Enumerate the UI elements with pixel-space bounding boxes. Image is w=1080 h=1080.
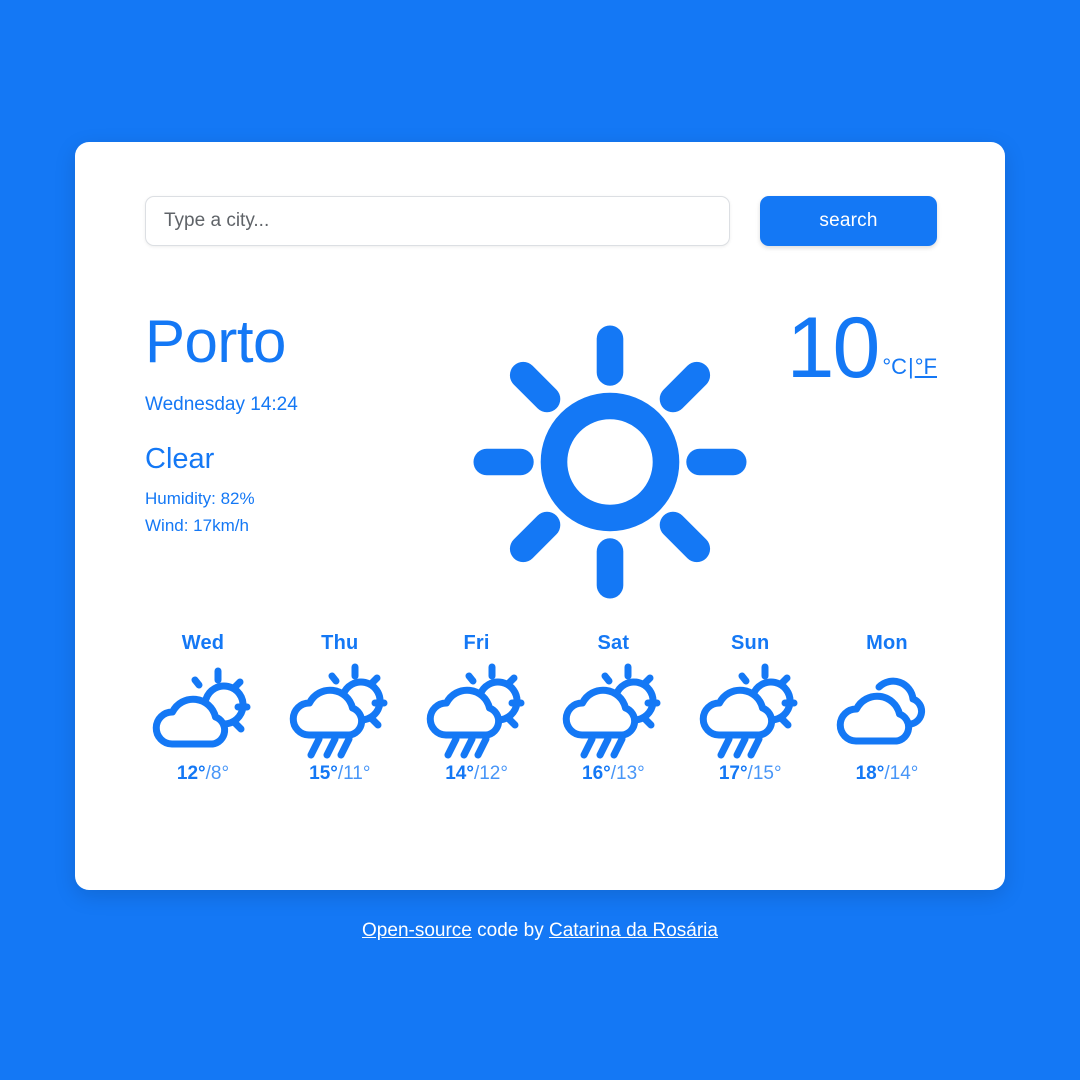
current-condition: Clear <box>145 443 215 475</box>
sun-icon <box>470 322 750 602</box>
forecast-temp-min: 14° <box>889 763 919 784</box>
search-input[interactable] <box>145 196 730 246</box>
cloudy-icon <box>832 663 942 759</box>
forecast-day-label: Sun <box>731 632 770 654</box>
unit-fahrenheit-link[interactable]: °F <box>915 354 937 379</box>
forecast-temp-max: 12° <box>176 763 206 784</box>
city-name: Porto <box>145 308 286 375</box>
forecast-temp-min: 13° <box>616 763 645 784</box>
unit-toggle: °C|°F <box>882 354 937 386</box>
forecast-day-temps: 14°/12° <box>409 763 545 785</box>
author-link[interactable]: Catarina da Rosária <box>549 920 718 941</box>
forecast-temp-min: 15° <box>752 763 782 784</box>
current-weather: Porto Wednesday 14:24 Clear Humidity: 82… <box>75 300 1005 612</box>
footer-middle-text: code by <box>471 920 549 941</box>
forecast-day-label: Sat <box>597 632 630 654</box>
unit-celsius: °C <box>882 353 908 379</box>
rain-sun-icon <box>422 663 532 759</box>
forecast-day-label: Wed <box>181 632 225 654</box>
humidity-value: Humidity: 82% <box>145 488 255 508</box>
forecast-day: Thu 15°/11° <box>272 632 408 785</box>
rain-sun-icon <box>558 663 668 759</box>
weather-app: search Porto Wednesday 14:24 Clear Humid… <box>0 0 1080 1080</box>
open-source-link[interactable]: Open-source <box>362 920 472 941</box>
search-button[interactable]: search <box>760 196 937 246</box>
weather-card: search Porto Wednesday 14:24 Clear Humid… <box>75 142 1005 890</box>
current-datetime: Wednesday 14:24 <box>145 394 298 415</box>
forecast-day-label: Mon <box>866 632 908 654</box>
forecast-temp-max: 16° <box>582 763 611 784</box>
unit-separator: | <box>908 353 914 379</box>
forecast-temp-max: 17° <box>718 763 748 784</box>
forecast-temp-max: 18° <box>855 763 885 784</box>
temperature-block: 10 °C|°F <box>786 300 937 396</box>
forecast-temp-min: 11° <box>343 763 371 784</box>
forecast-day: Mon 18°/14° <box>819 632 955 785</box>
forecast-temp-max: 15° <box>309 763 338 784</box>
forecast-temp-max: 14° <box>445 763 474 784</box>
forecast-day: Wed 12°/8° <box>135 632 271 785</box>
forecast-temp-sep: / <box>884 763 890 784</box>
forecast-day-temps: 15°/11° <box>272 763 408 785</box>
forecast-day-label: Thu <box>321 632 359 654</box>
search-row: search <box>145 196 940 246</box>
forecast-temp-min: 12° <box>479 763 508 784</box>
partly-cloudy-day-icon <box>148 663 258 759</box>
forecast-day: Fri 14°/12° <box>409 632 545 785</box>
wind-value: Wind: 17km/h <box>145 515 249 535</box>
forecast-row: Wed 12°/8° Thu 15°/11° Fri 14°/12° Sat 1… <box>135 632 955 785</box>
rain-sun-icon <box>285 663 395 759</box>
forecast-day-temps: 17°/15° <box>682 763 818 785</box>
forecast-day-temps: 12°/8° <box>135 763 271 785</box>
forecast-temp-min: 8° <box>210 763 230 784</box>
forecast-day-label: Fri <box>463 632 490 654</box>
footer: Open-source code by Catarina da Rosária <box>0 920 1080 942</box>
forecast-day-temps: 16°/13° <box>545 763 681 785</box>
temperature-value: 10 <box>786 300 881 396</box>
current-weather-info: Porto Wednesday 14:24 Clear Humidity: 82… <box>145 312 435 536</box>
forecast-day-temps: 18°/14° <box>819 763 955 785</box>
forecast-day: Sun 17°/15° <box>682 632 818 785</box>
forecast-day: Sat 16°/13° <box>545 632 681 785</box>
rain-sun-icon <box>695 663 805 759</box>
